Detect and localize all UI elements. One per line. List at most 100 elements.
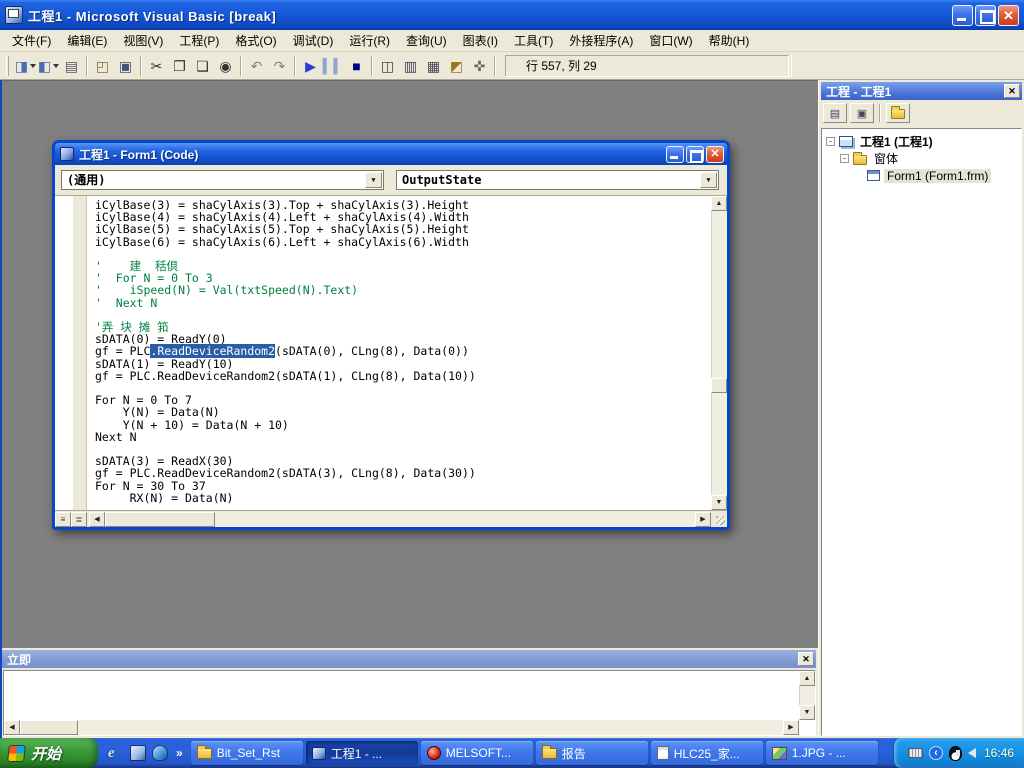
stop-icon[interactable]: ■	[345, 55, 368, 77]
vb-app-icon	[5, 6, 23, 24]
taskbar-button-5[interactable]: 1.JPG - ...	[766, 741, 878, 765]
cut-icon[interactable]: ✂	[145, 55, 168, 77]
maximize-button[interactable]	[975, 5, 996, 26]
scrollbar-thumb[interactable]	[105, 512, 215, 527]
menu-item-8[interactable]: 图表(I)	[455, 29, 506, 52]
full-module-view-button[interactable]: ≣	[71, 512, 87, 527]
object-browser-icon[interactable]: ◩	[445, 55, 468, 77]
scrollbar-thumb[interactable]	[20, 720, 78, 735]
toolbox-icon[interactable]: ✜	[468, 55, 491, 77]
menu-item-5[interactable]: 调试(D)	[285, 29, 342, 52]
toggle-folders-button[interactable]	[886, 103, 910, 123]
combo-dropdown-icon[interactable]	[365, 172, 382, 188]
menu-item-0[interactable]: 文件(F)	[4, 29, 59, 52]
tree-expander-icon[interactable]: -	[840, 154, 849, 163]
menu-item-1[interactable]: 编辑(E)	[59, 29, 115, 52]
scroll-left-icon[interactable]: ◀	[89, 512, 105, 527]
procedure-combobox[interactable]: OutputState	[396, 170, 719, 190]
menu-editor-icon[interactable]: ▤	[60, 55, 83, 77]
show-desktop-icon[interactable]	[130, 745, 146, 761]
task-button-area: Bit_Set_Rst工程1 - ...MELSOFT...报告HLC25_家.…	[191, 741, 893, 765]
immediate-horizontal-scrollbar[interactable]: ◀ ▶	[4, 720, 799, 735]
tree-item-2[interactable]: Form1 (Form1.frm)	[824, 167, 1019, 184]
dropdown-caret-icon[interactable]	[53, 64, 59, 68]
code-maximize-button[interactable]	[686, 146, 704, 163]
scroll-right-icon[interactable]: ▶	[783, 720, 799, 735]
scroll-up-icon[interactable]: ▲	[799, 671, 815, 686]
taskbar-button-3[interactable]: 报告	[536, 741, 648, 765]
add-form-icon[interactable]: ◧	[37, 55, 60, 77]
immediate-content[interactable]: ▲ ▼ ◀ ▶	[3, 670, 816, 736]
menu-item-2[interactable]: 视图(V)	[115, 29, 171, 52]
paste-icon[interactable]: ❏	[191, 55, 214, 77]
view-object-button[interactable]: ▣	[850, 103, 874, 123]
run-icon[interactable]: ▶	[299, 55, 322, 77]
tree-item-1[interactable]: -窗体	[824, 150, 1019, 167]
find-icon[interactable]: ◉	[214, 55, 237, 77]
minimize-button[interactable]	[952, 5, 973, 26]
menu-item-6[interactable]: 运行(R)	[341, 29, 398, 52]
tree-item-0[interactable]: -工程1 (工程1)	[824, 133, 1019, 150]
taskbar-button-0[interactable]: Bit_Set_Rst	[191, 741, 303, 765]
scroll-down-icon[interactable]: ▼	[711, 495, 727, 510]
procedure-view-button[interactable]: ≡	[55, 512, 71, 527]
immediate-vertical-scrollbar[interactable]: ▲ ▼	[799, 671, 815, 720]
taskbar-button-4[interactable]: HLC25_家...	[651, 741, 763, 765]
scroll-right-icon[interactable]: ▶	[695, 512, 711, 527]
form-layout-icon[interactable]: ▦	[422, 55, 445, 77]
taskbar-button-2[interactable]: MELSOFT...	[421, 741, 533, 765]
taskbar-clock[interactable]: 16:46	[984, 746, 1014, 760]
open-project-icon[interactable]: ◰	[91, 55, 114, 77]
keyboard-tray-icon[interactable]	[908, 748, 923, 758]
code-vertical-scrollbar[interactable]: ▲ ▼	[711, 196, 727, 510]
scroll-left-icon[interactable]: ◀	[4, 720, 20, 735]
code-close-button[interactable]	[706, 146, 724, 163]
code-horizontal-scrollbar[interactable]: ◀ ▶	[89, 512, 711, 527]
resize-grip[interactable]	[711, 511, 727, 527]
code-line	[95, 309, 711, 321]
language-bar-icon[interactable]: ‹	[929, 746, 943, 760]
properties-window-icon[interactable]: ▥	[399, 55, 422, 77]
project-panel-close-icon[interactable]: ✕	[1004, 84, 1020, 98]
project-panel-titlebar[interactable]: 工程 - 工程1 ✕	[821, 82, 1022, 100]
close-button[interactable]	[998, 5, 1019, 26]
code-minimize-button[interactable]	[666, 146, 684, 163]
menu-item-12[interactable]: 帮助(H)	[701, 29, 758, 52]
tree-expander-icon[interactable]: -	[826, 137, 835, 146]
menu-item-9[interactable]: 工具(T)	[506, 29, 561, 52]
add-project-icon[interactable]: ◨	[14, 55, 37, 77]
messenger-icon[interactable]	[152, 745, 168, 761]
menu-item-3[interactable]: 工程(P)	[171, 29, 227, 52]
copy-icon[interactable]: ❐	[168, 55, 191, 77]
code-window-titlebar[interactable]: 工程1 - Form1 (Code)	[55, 143, 727, 165]
dropdown-caret-icon[interactable]	[30, 64, 36, 68]
immediate-close-icon[interactable]: ✕	[798, 652, 814, 666]
pause-icon[interactable]: ▍▍	[322, 55, 345, 77]
system-tray: ‹ 16:46	[893, 738, 1024, 768]
taskbar: 开始 e » Bit_Set_Rst工程1 - ...MELSOFT...报告H…	[0, 738, 1024, 768]
combo-dropdown-icon[interactable]	[700, 172, 717, 188]
quick-launch-overflow-icon[interactable]: »	[176, 746, 183, 760]
scroll-up-icon[interactable]: ▲	[711, 196, 727, 211]
taskbar-button-1[interactable]: 工程1 - ...	[306, 741, 418, 765]
scrollbar-thumb[interactable]	[711, 378, 727, 393]
code-line: gf = PLC.ReadDeviceRandom2(sDATA(1), CLn…	[95, 370, 711, 382]
menu-item-7[interactable]: 查询(U)	[398, 29, 455, 52]
code-window[interactable]: 工程1 - Form1 (Code) (通用) OutputState iCyl…	[52, 140, 730, 530]
start-button[interactable]: 开始	[0, 738, 98, 768]
project-explorer-icon[interactable]: ◫	[376, 55, 399, 77]
view-code-button[interactable]: ▤	[823, 103, 847, 123]
save-project-icon[interactable]: ▣	[114, 55, 137, 77]
menu-item-11[interactable]: 窗口(W)	[641, 29, 700, 52]
scroll-down-icon[interactable]: ▼	[799, 705, 815, 720]
toolbar-grip[interactable]	[6, 56, 9, 76]
ie-icon[interactable]: e	[108, 745, 124, 761]
object-combobox[interactable]: (通用)	[61, 170, 384, 190]
code-editor[interactable]: iCylBase(3) = shaCylAxis(3).Top + shaCyl…	[87, 196, 711, 510]
toolbar-separator	[371, 56, 373, 76]
project-tree[interactable]: -工程1 (工程1)-窗体Form1 (Form1.frm)	[821, 128, 1022, 736]
immediate-titlebar[interactable]: 立即 ✕	[2, 650, 816, 668]
volume-tray-icon[interactable]	[968, 748, 976, 758]
menu-item-10[interactable]: 外接程序(A)	[561, 29, 641, 52]
menu-item-4[interactable]: 格式(O)	[227, 29, 284, 52]
